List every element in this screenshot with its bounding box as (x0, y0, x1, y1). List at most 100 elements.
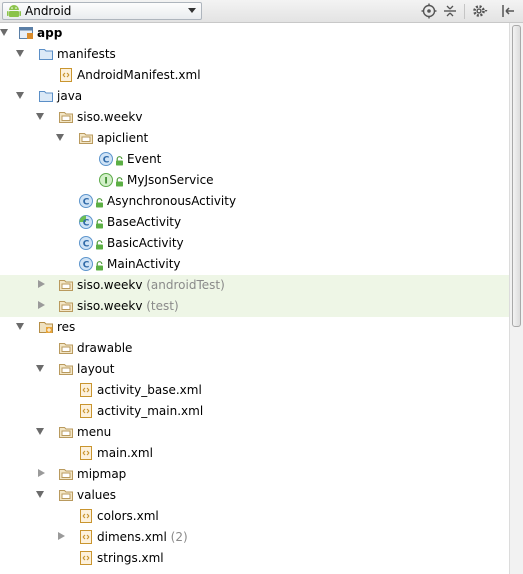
chevron-down-icon[interactable] (16, 50, 24, 57)
tree-item-label: res (57, 320, 75, 334)
tree-item-name: layout (77, 362, 115, 376)
tree-item-label: BasicActivity (107, 236, 184, 250)
tree-row[interactable]: C BaseActivity (0, 212, 509, 233)
tree-item-name: manifests (57, 47, 116, 61)
gear-icon[interactable] (472, 3, 488, 19)
tree-row[interactable]: I MyJsonService (0, 170, 509, 191)
tree-item-label: siso.weekv (androidTest) (77, 278, 225, 292)
chevron-down-icon[interactable] (56, 134, 64, 141)
tree-row[interactable]: java (0, 86, 509, 107)
tree-row[interactable]: C BasicActivity (0, 233, 509, 254)
chevron-down-icon[interactable] (0, 29, 8, 36)
tree-row[interactable]: menu (0, 422, 509, 443)
tree-item-name: res (57, 320, 76, 334)
tree-item-name: main.xml (97, 446, 153, 460)
tree-item-label: java (57, 89, 82, 103)
chevron-down-icon (188, 8, 196, 13)
tree-item-label: MyJsonService (127, 173, 214, 187)
tree-row[interactable]: siso.weekv (androidTest) (0, 275, 509, 296)
abstract-class-icon: C (78, 214, 94, 230)
tree-item-name: values (77, 488, 117, 502)
tree-row[interactable]: activity_main.xml (0, 401, 509, 422)
view-mode-select[interactable]: Android (2, 2, 202, 20)
chevron-right-icon[interactable] (38, 301, 45, 309)
tree-row[interactable]: apiclient (0, 128, 509, 149)
tree-row[interactable]: main.xml (0, 443, 509, 464)
package-icon (58, 340, 74, 356)
xml-file-icon (78, 529, 94, 545)
tree-item-suffix: (2) (170, 530, 188, 544)
tree-item-label: mipmap (77, 467, 126, 481)
android-icon (7, 5, 21, 17)
tree-item-name: apiclient (97, 131, 149, 145)
tree-item-label: drawable (77, 341, 132, 355)
xml-file-icon (78, 445, 94, 461)
tree-item-name: activity_main.xml (97, 404, 204, 418)
lock-icon (95, 197, 104, 211)
chevron-down-icon[interactable] (16, 92, 24, 99)
tree-row[interactable]: siso.weekv (0, 107, 509, 128)
tree-item-suffix: (test) (146, 299, 179, 313)
tree-item-label: BaseActivity (107, 215, 181, 229)
tree-item-name: MainActivity (107, 257, 181, 271)
tree-item-name: siso.weekv (77, 110, 143, 124)
tree-item-label: siso.weekv (test) (77, 299, 179, 313)
package-icon (58, 487, 74, 503)
package-icon (58, 109, 74, 125)
chevron-down-icon[interactable] (16, 323, 24, 330)
lock-icon (95, 218, 104, 232)
tree-item-label: siso.weekv (77, 110, 142, 124)
svg-text:C: C (83, 260, 90, 270)
tree-row[interactable]: dimens.xml (2) (0, 527, 509, 548)
tree-item-name: BasicActivity (107, 236, 184, 250)
svg-text:C: C (83, 218, 90, 228)
tree-item-name: siso.weekv (77, 278, 143, 292)
svg-text:C: C (83, 239, 90, 249)
tree-item-label: activity_base.xml (97, 383, 202, 397)
target-icon[interactable] (421, 3, 437, 19)
class-icon: C (78, 193, 94, 209)
tree-item-name: colors.xml (97, 509, 159, 523)
tree-item-name: app (37, 26, 63, 40)
chevron-down-icon[interactable] (36, 113, 44, 120)
tree-row[interactable]: res (0, 317, 509, 338)
tree-row[interactable]: drawable (0, 338, 509, 359)
chevron-down-icon[interactable] (36, 365, 44, 372)
class-icon: C (98, 151, 114, 167)
chevron-down-icon[interactable] (36, 428, 44, 435)
tree-row[interactable]: C MainActivity (0, 254, 509, 275)
hide-panel-icon[interactable] (500, 3, 516, 19)
class-icon: C (78, 256, 94, 272)
scrollbar-thumb[interactable] (512, 25, 521, 327)
chevron-down-icon[interactable] (36, 491, 44, 498)
vertical-scrollbar[interactable] (509, 23, 523, 574)
svg-text:C: C (103, 155, 110, 165)
xml-file-icon (78, 382, 94, 398)
tree-row[interactable]: C AsynchronousActivity (0, 191, 509, 212)
tree-row[interactable]: C Event (0, 149, 509, 170)
collapse-all-icon[interactable] (442, 3, 458, 19)
tree-row[interactable]: app (0, 23, 509, 44)
tree-row[interactable]: mipmap (0, 464, 509, 485)
tree-item-label: Event (127, 152, 161, 166)
chevron-right-icon[interactable] (58, 532, 65, 540)
tree-row[interactable]: AndroidManifest.xml (0, 65, 509, 86)
tree-row[interactable]: manifests (0, 44, 509, 65)
tree-row[interactable]: values (0, 485, 509, 506)
xml-file-icon (78, 403, 94, 419)
tree-item-label: app (37, 26, 62, 40)
tree-row[interactable]: activity_base.xml (0, 380, 509, 401)
tree-item-suffix: (androidTest) (146, 278, 225, 292)
svg-text:I: I (104, 176, 107, 186)
class-icon: C (78, 235, 94, 251)
tree-item-label: apiclient (97, 131, 148, 145)
package-icon (78, 130, 94, 146)
tree-row[interactable]: siso.weekv (test) (0, 296, 509, 317)
chevron-right-icon[interactable] (38, 469, 45, 477)
tree-item-label: manifests (57, 47, 116, 61)
chevron-right-icon[interactable] (38, 280, 45, 288)
tree-item-name: BaseActivity (107, 215, 182, 229)
tree-row[interactable]: layout (0, 359, 509, 380)
tree-row[interactable]: colors.xml (0, 506, 509, 527)
tree-row[interactable]: strings.xml (0, 548, 509, 569)
